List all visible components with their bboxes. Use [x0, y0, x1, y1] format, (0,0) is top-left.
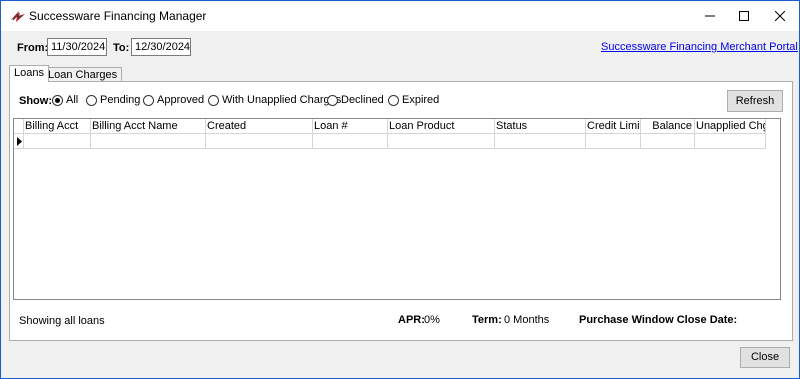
tab-loans[interactable]: Loans: [9, 65, 49, 82]
maximize-icon: [739, 11, 749, 21]
radio-approved-label: Approved: [157, 94, 205, 106]
radio-expired-indicator: [388, 95, 399, 106]
successware-logo-icon: [10, 8, 26, 24]
column-header-billing-acct[interactable]: Billing Acct: [24, 119, 91, 134]
column-header-loan-number[interactable]: Loan #: [313, 119, 388, 134]
column-header-balance[interactable]: Balance: [641, 119, 695, 134]
close-icon: [775, 11, 785, 21]
status-text: Showing all loans: [19, 315, 105, 327]
column-header-credit-limit[interactable]: Credit Limit: [586, 119, 641, 134]
cell-credit-limit[interactable]: [586, 134, 641, 149]
tab-loan-charges[interactable]: Loan Charges: [43, 67, 123, 82]
tab-loans-label: Loans: [14, 67, 44, 79]
table-row[interactable]: [14, 134, 766, 149]
radio-all-label: All: [66, 94, 79, 106]
radio-pending-label: Pending: [100, 94, 141, 106]
cell-created[interactable]: [206, 134, 313, 149]
row-selector[interactable]: [14, 134, 24, 149]
merchant-portal-link[interactable]: Successware Financing Merchant Portal: [601, 41, 798, 53]
grid-header: Billing Acct Billing Acct Name Created L…: [14, 119, 780, 134]
term-label: Term:: [472, 314, 502, 326]
close-window-button[interactable]: [761, 1, 799, 31]
minimize-icon: [705, 15, 715, 17]
from-date-input[interactable]: 11/30/2024: [47, 38, 107, 56]
column-header-created[interactable]: Created: [206, 119, 313, 134]
column-header-billing-acct-name[interactable]: Billing Acct Name: [91, 119, 206, 134]
to-date-input[interactable]: 12/30/2024: [131, 38, 191, 56]
close-button[interactable]: Close: [740, 347, 790, 368]
apr-label: APR:: [398, 314, 425, 326]
cell-billing-acct-name[interactable]: [91, 134, 206, 149]
show-label: Show:: [19, 95, 52, 107]
column-header-unapplied-chgs[interactable]: Unapplied Chgs: [695, 119, 766, 134]
radio-approved-indicator: [143, 95, 154, 106]
cell-loan-number[interactable]: [313, 134, 388, 149]
term-value: 0 Months: [504, 314, 550, 326]
from-label: From:: [17, 42, 49, 54]
radio-declined-indicator: [327, 95, 338, 106]
cell-billing-acct[interactable]: [24, 134, 91, 149]
window-title: Successware Financing Manager: [29, 9, 207, 23]
radio-declined-label: Declined: [341, 94, 384, 106]
row-selector-arrow-icon: [17, 137, 22, 146]
radio-pending-indicator: [86, 95, 97, 106]
financing-manager-window: Successware Financing Manager From: 11/3…: [0, 0, 800, 379]
radio-with-unapplied-charges-indicator: [208, 95, 219, 106]
refresh-button[interactable]: Refresh: [727, 90, 783, 112]
apr-value: 0%: [424, 314, 440, 326]
radio-with-unapplied-charges-label: With Unapplied Charges: [222, 94, 342, 106]
cell-loan-product[interactable]: [388, 134, 495, 149]
maximize-button[interactable]: [725, 1, 763, 31]
loans-grid[interactable]: Billing Acct Billing Acct Name Created L…: [13, 118, 781, 300]
row-header-corner: [14, 119, 24, 134]
column-header-loan-product[interactable]: Loan Product: [388, 119, 495, 134]
purchase-window-close-date-label: Purchase Window Close Date:: [579, 314, 738, 326]
tab-loan-charges-label: Loan Charges: [48, 69, 118, 81]
to-label: To:: [113, 42, 130, 54]
cell-status[interactable]: [495, 134, 586, 149]
cell-unapplied-chgs[interactable]: [695, 134, 766, 149]
column-header-status[interactable]: Status: [495, 119, 586, 134]
radio-all-indicator: [52, 95, 63, 106]
minimize-button[interactable]: [691, 1, 729, 31]
cell-balance[interactable]: [641, 134, 695, 149]
title-bar[interactable]: Successware Financing Manager: [1, 1, 799, 31]
radio-expired-label: Expired: [402, 94, 440, 106]
